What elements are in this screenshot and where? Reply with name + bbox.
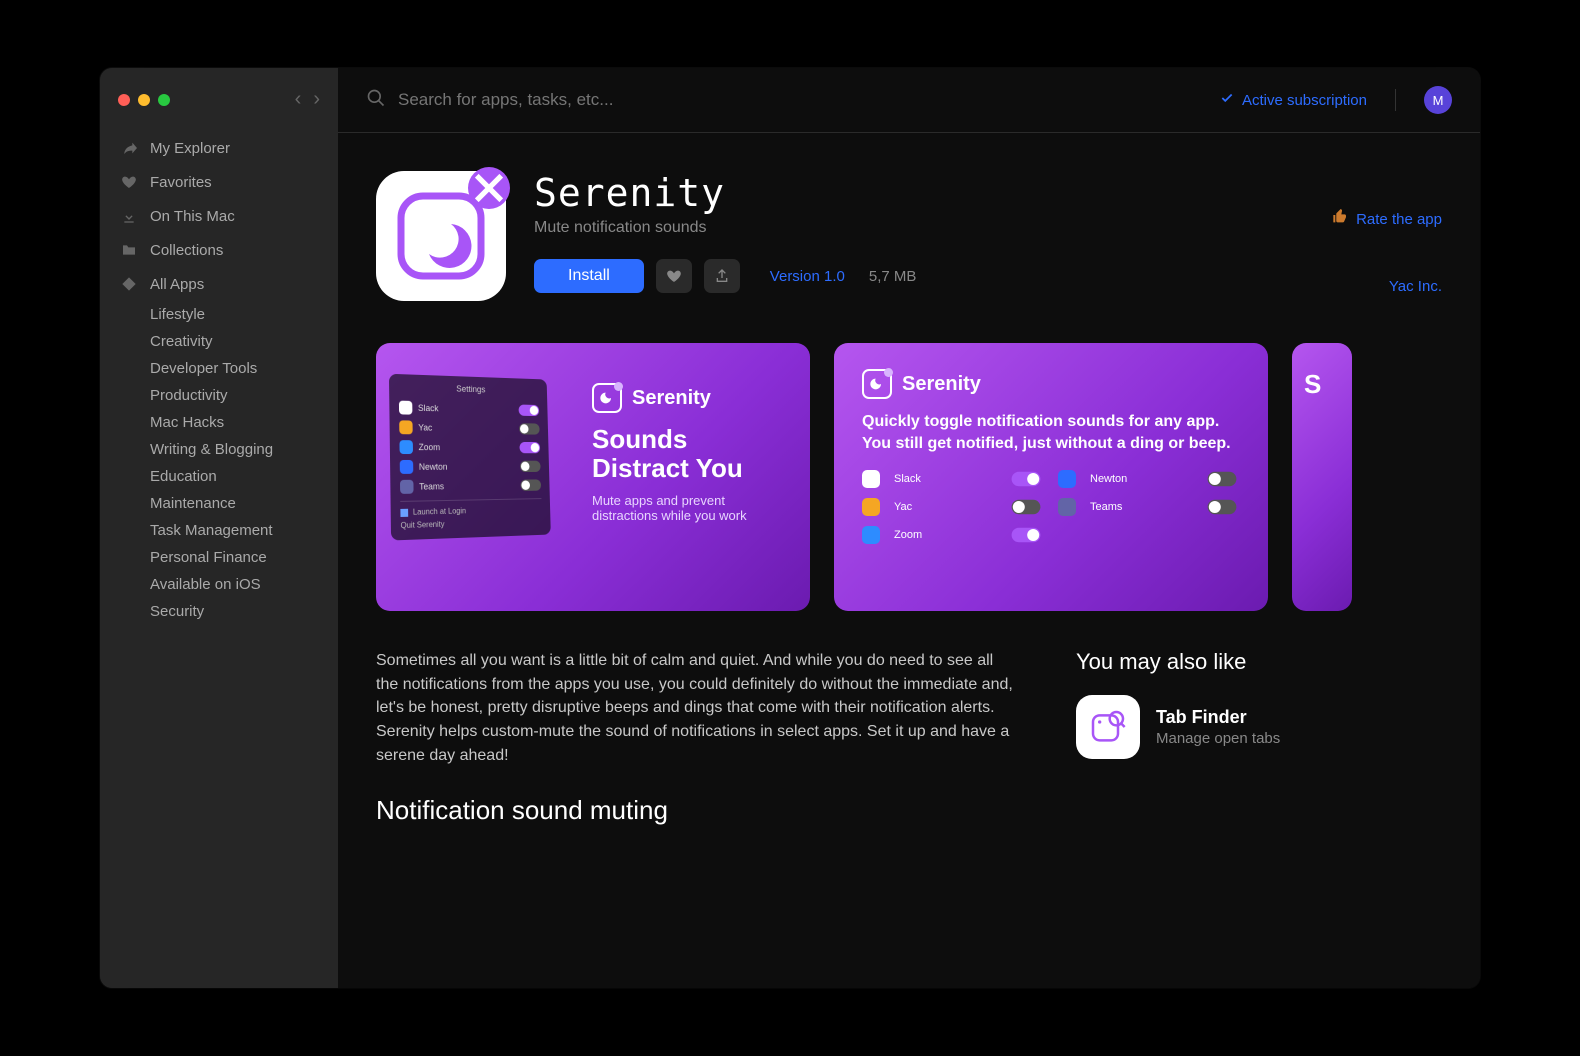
card-headline: Sounds Distract You xyxy=(592,425,788,483)
avatar[interactable]: M xyxy=(1424,86,1452,114)
mini-settings-panel: Settings Slack Yac Zoom Newton Teams Lau… xyxy=(389,374,551,541)
sidebar-item-collections[interactable]: Collections xyxy=(100,233,338,267)
sidebar-category-writing[interactable]: Writing & Blogging xyxy=(100,436,338,463)
you-may-also-like: You may also like Tab Finder Manage open… xyxy=(1076,649,1396,826)
rate-label: Rate the app xyxy=(1356,211,1442,228)
window-controls: ‹ › xyxy=(100,84,338,131)
sidebar-category-machacks[interactable]: Mac Hacks xyxy=(100,409,338,436)
content: Serenity Mute notification sounds Instal… xyxy=(338,133,1480,988)
divider xyxy=(1395,89,1396,111)
nav-forward-button[interactable]: › xyxy=(313,88,320,111)
heart-icon xyxy=(120,173,138,191)
screenshot-cards: Settings Slack Yac Zoom Newton Teams Lau… xyxy=(376,343,1442,611)
card-brand: Serenity xyxy=(592,383,788,413)
check-icon xyxy=(1220,91,1234,109)
promo-card-3[interactable]: S xyxy=(1292,343,1352,611)
minimize-window-button[interactable] xyxy=(138,94,150,106)
subscription-label: Active subscription xyxy=(1242,92,1367,109)
sidebar: ‹ › My Explorer Favorites On This Mac xyxy=(100,68,338,988)
app-description: Sometimes all you want is a little bit o… xyxy=(376,649,1016,767)
search-icon xyxy=(366,88,386,113)
also-heading: You may also like xyxy=(1076,649,1396,675)
close-window-button[interactable] xyxy=(118,94,130,106)
sidebar-category-creativity[interactable]: Creativity xyxy=(100,328,338,355)
sidebar-item-label: On This Mac xyxy=(150,208,235,225)
version-link[interactable]: Version 1.0 xyxy=(770,268,845,285)
sidebar-item-label: Favorites xyxy=(150,174,212,191)
app-title: Serenity xyxy=(534,171,1442,215)
topbar: Active subscription M xyxy=(338,68,1480,133)
fullscreen-window-button[interactable] xyxy=(158,94,170,106)
card-brand: Serenity xyxy=(862,369,1240,399)
card-description: Quickly toggle notification sounds for a… xyxy=(862,411,1240,454)
close-badge-icon xyxy=(468,167,510,209)
sidebar-category-maintenance[interactable]: Maintenance xyxy=(100,490,338,517)
diamond-icon xyxy=(120,275,138,293)
action-row: Install Version 1.0 5,7 MB xyxy=(534,259,1442,293)
sidebar-category-taskmanagement[interactable]: Task Management xyxy=(100,517,338,544)
promo-card-1[interactable]: Settings Slack Yac Zoom Newton Teams Lau… xyxy=(376,343,810,611)
section-heading: Notification sound muting xyxy=(376,795,1016,826)
sidebar-item-label: My Explorer xyxy=(150,140,230,157)
related-app-icon xyxy=(1076,695,1140,759)
sidebar-category-devtools[interactable]: Developer Tools xyxy=(100,355,338,382)
favorite-button[interactable] xyxy=(656,259,692,293)
sidebar-category-ios[interactable]: Available on iOS xyxy=(100,571,338,598)
sidebar-category-education[interactable]: Education xyxy=(100,463,338,490)
sidebar-item-onthismac[interactable]: On This Mac xyxy=(100,199,338,233)
sidebar-item-label: Collections xyxy=(150,242,223,259)
app-size: 5,7 MB xyxy=(869,268,917,285)
share-button[interactable] xyxy=(704,259,740,293)
sidebar-item-explorer[interactable]: My Explorer xyxy=(100,131,338,165)
sidebar-category-security[interactable]: Security xyxy=(100,598,338,625)
search-input[interactable] xyxy=(398,90,1204,110)
card-subtitle: Mute apps and prevent distractions while… xyxy=(592,493,788,523)
sidebar-item-label: All Apps xyxy=(150,276,204,293)
promo-card-2[interactable]: Serenity Quickly toggle notification sou… xyxy=(834,343,1268,611)
below-section: Sometimes all you want is a little bit o… xyxy=(376,649,1442,826)
download-icon xyxy=(120,207,138,225)
app-toggle-grid: Slack Newton Yac Teams Zoom xyxy=(862,470,1240,544)
moon-icon xyxy=(592,383,622,413)
rate-app-link[interactable]: Rate the app xyxy=(1332,209,1442,229)
main-panel: Active subscription M Serenity M xyxy=(338,68,1480,988)
app-tagline: Mute notification sounds xyxy=(534,219,1442,237)
sidebar-category-lifestyle[interactable]: Lifestyle xyxy=(100,301,338,328)
vendor-link[interactable]: Yac Inc. xyxy=(1389,278,1442,295)
sidebar-item-allapps[interactable]: All Apps xyxy=(100,267,338,301)
app-window: ‹ › My Explorer Favorites On This Mac xyxy=(100,68,1480,988)
app-icon xyxy=(376,171,506,301)
moon-icon xyxy=(862,369,892,399)
folder-icon xyxy=(120,241,138,259)
leaf-icon xyxy=(120,139,138,157)
thumbs-up-icon xyxy=(1332,209,1348,229)
sidebar-item-favorites[interactable]: Favorites xyxy=(100,165,338,199)
related-app-subtitle: Manage open tabs xyxy=(1156,730,1280,747)
heart-icon xyxy=(666,268,682,284)
related-app-item[interactable]: Tab Finder Manage open tabs xyxy=(1076,695,1396,759)
install-button[interactable]: Install xyxy=(534,259,644,293)
subscription-status[interactable]: Active subscription xyxy=(1220,91,1367,109)
sidebar-category-finance[interactable]: Personal Finance xyxy=(100,544,338,571)
sidebar-category-productivity[interactable]: Productivity xyxy=(100,382,338,409)
app-meta: Serenity Mute notification sounds Instal… xyxy=(534,171,1442,301)
app-header: Serenity Mute notification sounds Instal… xyxy=(376,171,1442,301)
search-wrap xyxy=(366,88,1204,113)
share-icon xyxy=(714,268,730,284)
nav-back-button[interactable]: ‹ xyxy=(295,88,302,111)
related-app-name: Tab Finder xyxy=(1156,707,1280,728)
